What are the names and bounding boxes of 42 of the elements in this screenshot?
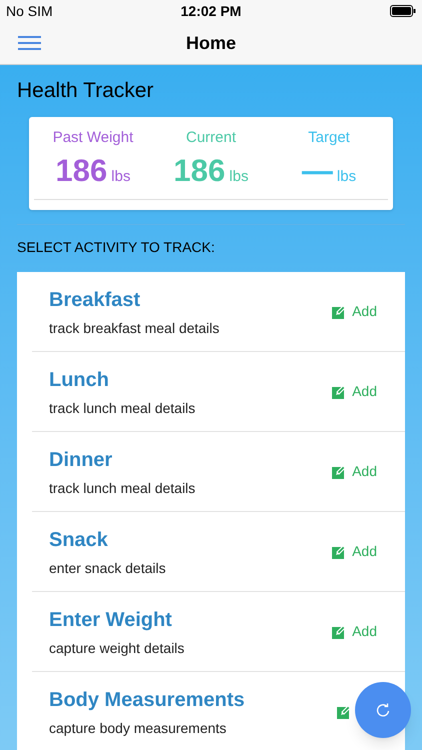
- add-button[interactable]: Add: [332, 461, 377, 482]
- activity-title[interactable]: Snack: [49, 524, 332, 554]
- activity-description: enter snack details: [49, 558, 167, 578]
- weight-label: Past Weight: [52, 128, 134, 148]
- weight-unit: lbs: [336, 167, 356, 187]
- activity-description: track lunch meal details: [49, 478, 196, 498]
- add-button[interactable]: [337, 705, 351, 719]
- activity-description: capture weight details: [49, 638, 186, 658]
- activity-title[interactable]: Dinner: [49, 444, 332, 474]
- activity-description: capture body measurements: [49, 719, 228, 738]
- activity-title[interactable]: Enter Weight: [49, 604, 332, 634]
- edit-icon: [332, 304, 346, 318]
- edit-icon: [332, 384, 346, 398]
- activity-description: track lunch meal details: [49, 398, 196, 418]
- add-button[interactable]: Add: [332, 621, 377, 642]
- carrier-label: No SIM: [6, 2, 53, 20]
- weight-label: Target: [308, 128, 350, 148]
- clock-time: 12:02 PM: [180, 2, 242, 20]
- weight-value: 186: [56, 152, 108, 190]
- edit-icon: [332, 464, 346, 478]
- add-button[interactable]: Add: [332, 541, 377, 562]
- weight-label: Current: [186, 128, 236, 148]
- weight-value: —: [302, 152, 333, 190]
- weight-unit: lbs: [111, 167, 130, 187]
- screen-title: Home: [186, 32, 236, 54]
- menu-icon: [18, 36, 40, 50]
- weight-unit: lbs: [229, 167, 248, 187]
- add-button[interactable]: Add: [332, 301, 377, 322]
- app-title: Health Tracker: [17, 78, 155, 104]
- activity-title[interactable]: Body Measurements: [49, 685, 337, 715]
- activity-title[interactable]: Breakfast: [49, 284, 332, 314]
- activity-title[interactable]: Lunch: [49, 364, 332, 394]
- refresh-icon: [376, 703, 390, 717]
- battery-icon: [390, 5, 416, 17]
- edit-icon: [332, 544, 346, 558]
- weight-value: 186: [174, 152, 226, 190]
- menu-button[interactable]: [17, 33, 41, 53]
- edit-icon: [332, 624, 346, 638]
- edit-icon: [337, 705, 351, 719]
- activity-description: track breakfast meal details: [49, 318, 220, 338]
- section-label: SELECT ACTIVITY TO TRACK:: [17, 238, 216, 257]
- add-button[interactable]: Add: [332, 381, 377, 402]
